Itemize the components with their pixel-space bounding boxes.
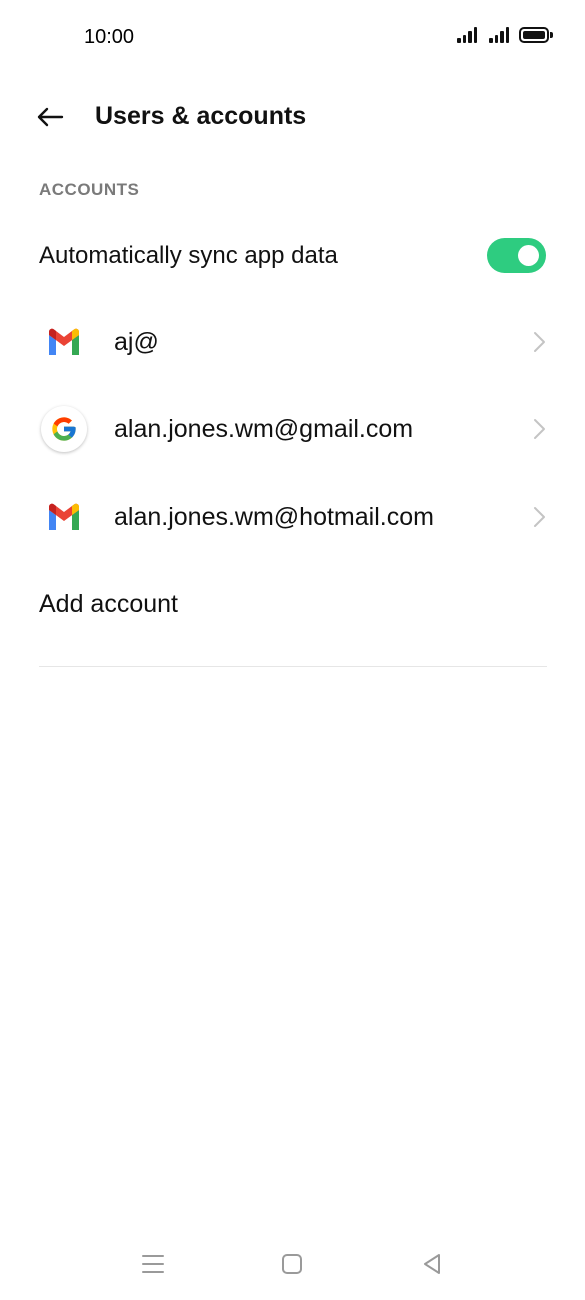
auto-sync-toggle[interactable] bbox=[487, 238, 546, 273]
divider bbox=[39, 666, 547, 667]
recents-button[interactable] bbox=[133, 1248, 173, 1280]
account-row-google[interactable]: alan.jones.wm@gmail.com bbox=[0, 389, 585, 469]
account-row-aj[interactable]: aj@ bbox=[0, 302, 585, 382]
chevron-right-icon bbox=[534, 332, 545, 352]
home-square-icon bbox=[282, 1254, 302, 1274]
add-account-button[interactable]: Add account bbox=[0, 570, 585, 636]
auto-sync-row[interactable]: Automatically sync app data bbox=[0, 220, 585, 292]
header: Users & accounts bbox=[0, 85, 585, 149]
back-nav-button[interactable] bbox=[412, 1248, 452, 1280]
back-button[interactable] bbox=[28, 97, 72, 137]
chevron-right-icon bbox=[534, 419, 545, 439]
navigation-bar bbox=[0, 1236, 585, 1292]
google-icon bbox=[40, 405, 88, 453]
battery-icon bbox=[519, 27, 553, 43]
account-label: alan.jones.wm@gmail.com bbox=[114, 415, 414, 443]
status-icons bbox=[457, 27, 553, 43]
back-triangle-icon bbox=[424, 1254, 440, 1274]
back-arrow-icon bbox=[37, 107, 64, 127]
account-label: alan.jones.wm@hotmail.com bbox=[114, 503, 434, 531]
chevron-right-icon bbox=[534, 507, 545, 527]
page-title: Users & accounts bbox=[95, 102, 307, 130]
account-label: aj@ bbox=[114, 328, 159, 356]
signal-icon bbox=[457, 27, 477, 43]
gmail-icon bbox=[40, 318, 88, 366]
gmail-icon bbox=[40, 493, 88, 541]
status-bar: 10:00 bbox=[0, 0, 585, 75]
auto-sync-label: Automatically sync app data bbox=[39, 242, 338, 269]
toggle-knob bbox=[518, 245, 539, 266]
account-row-hotmail[interactable]: alan.jones.wm@hotmail.com bbox=[0, 477, 585, 557]
add-account-label: Add account bbox=[39, 590, 178, 618]
section-label-accounts: ACCOUNTS bbox=[39, 180, 140, 199]
menu-icon bbox=[142, 1255, 164, 1273]
home-button[interactable] bbox=[272, 1248, 312, 1280]
signal-icon bbox=[489, 27, 509, 43]
status-time: 10:00 bbox=[84, 26, 135, 48]
